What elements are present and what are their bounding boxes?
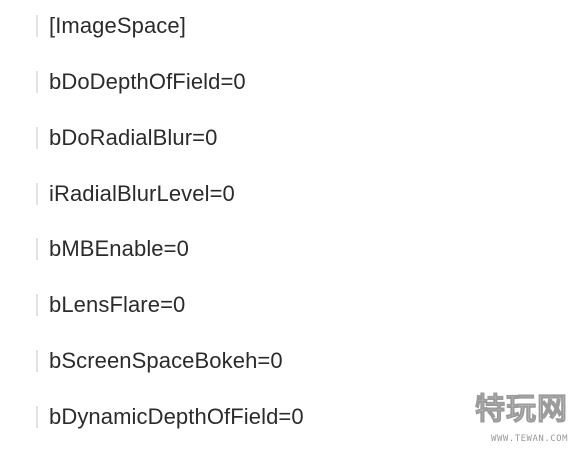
- line-gutter-bar: [36, 15, 38, 37]
- ini-line-text: bDoRadialBlur=0: [49, 125, 218, 150]
- ini-setting-line: bLensFlare=0: [36, 289, 185, 321]
- ini-setting-line: bDynamicDepthOfField=0: [36, 401, 304, 433]
- ini-line-text: bScreenSpaceBokeh=0: [49, 348, 283, 373]
- line-gutter-bar: [36, 238, 38, 260]
- ini-line-text: iRadialBlurLevel=0: [49, 181, 235, 206]
- line-gutter-bar: [36, 183, 38, 205]
- line-gutter-bar: [36, 406, 38, 428]
- line-gutter-bar: [36, 71, 38, 93]
- ini-line-text: bDynamicDepthOfField=0: [49, 404, 304, 429]
- ini-setting-line: iRadialBlurLevel=0: [36, 178, 235, 210]
- ini-line-text: bDoDepthOfField=0: [49, 69, 246, 94]
- line-gutter-bar: [36, 127, 38, 149]
- ini-code-block: [ImageSpace] bDoDepthOfField=0 bDoRadial…: [0, 0, 580, 453]
- ini-setting-line: bScreenSpaceBokeh=0: [36, 345, 283, 377]
- ini-line-text: [ImageSpace]: [49, 13, 186, 38]
- ini-line-text: bMBEnable=0: [49, 236, 189, 261]
- ini-setting-line: bMBEnable=0: [36, 233, 189, 265]
- ini-setting-line: bDoRadialBlur=0: [36, 122, 217, 154]
- ini-section-header: [ImageSpace]: [36, 10, 186, 42]
- ini-setting-line: bDoDepthOfField=0: [36, 66, 246, 98]
- line-gutter-bar: [36, 350, 38, 372]
- line-gutter-bar: [36, 294, 38, 316]
- ini-line-text: bLensFlare=0: [49, 292, 186, 317]
